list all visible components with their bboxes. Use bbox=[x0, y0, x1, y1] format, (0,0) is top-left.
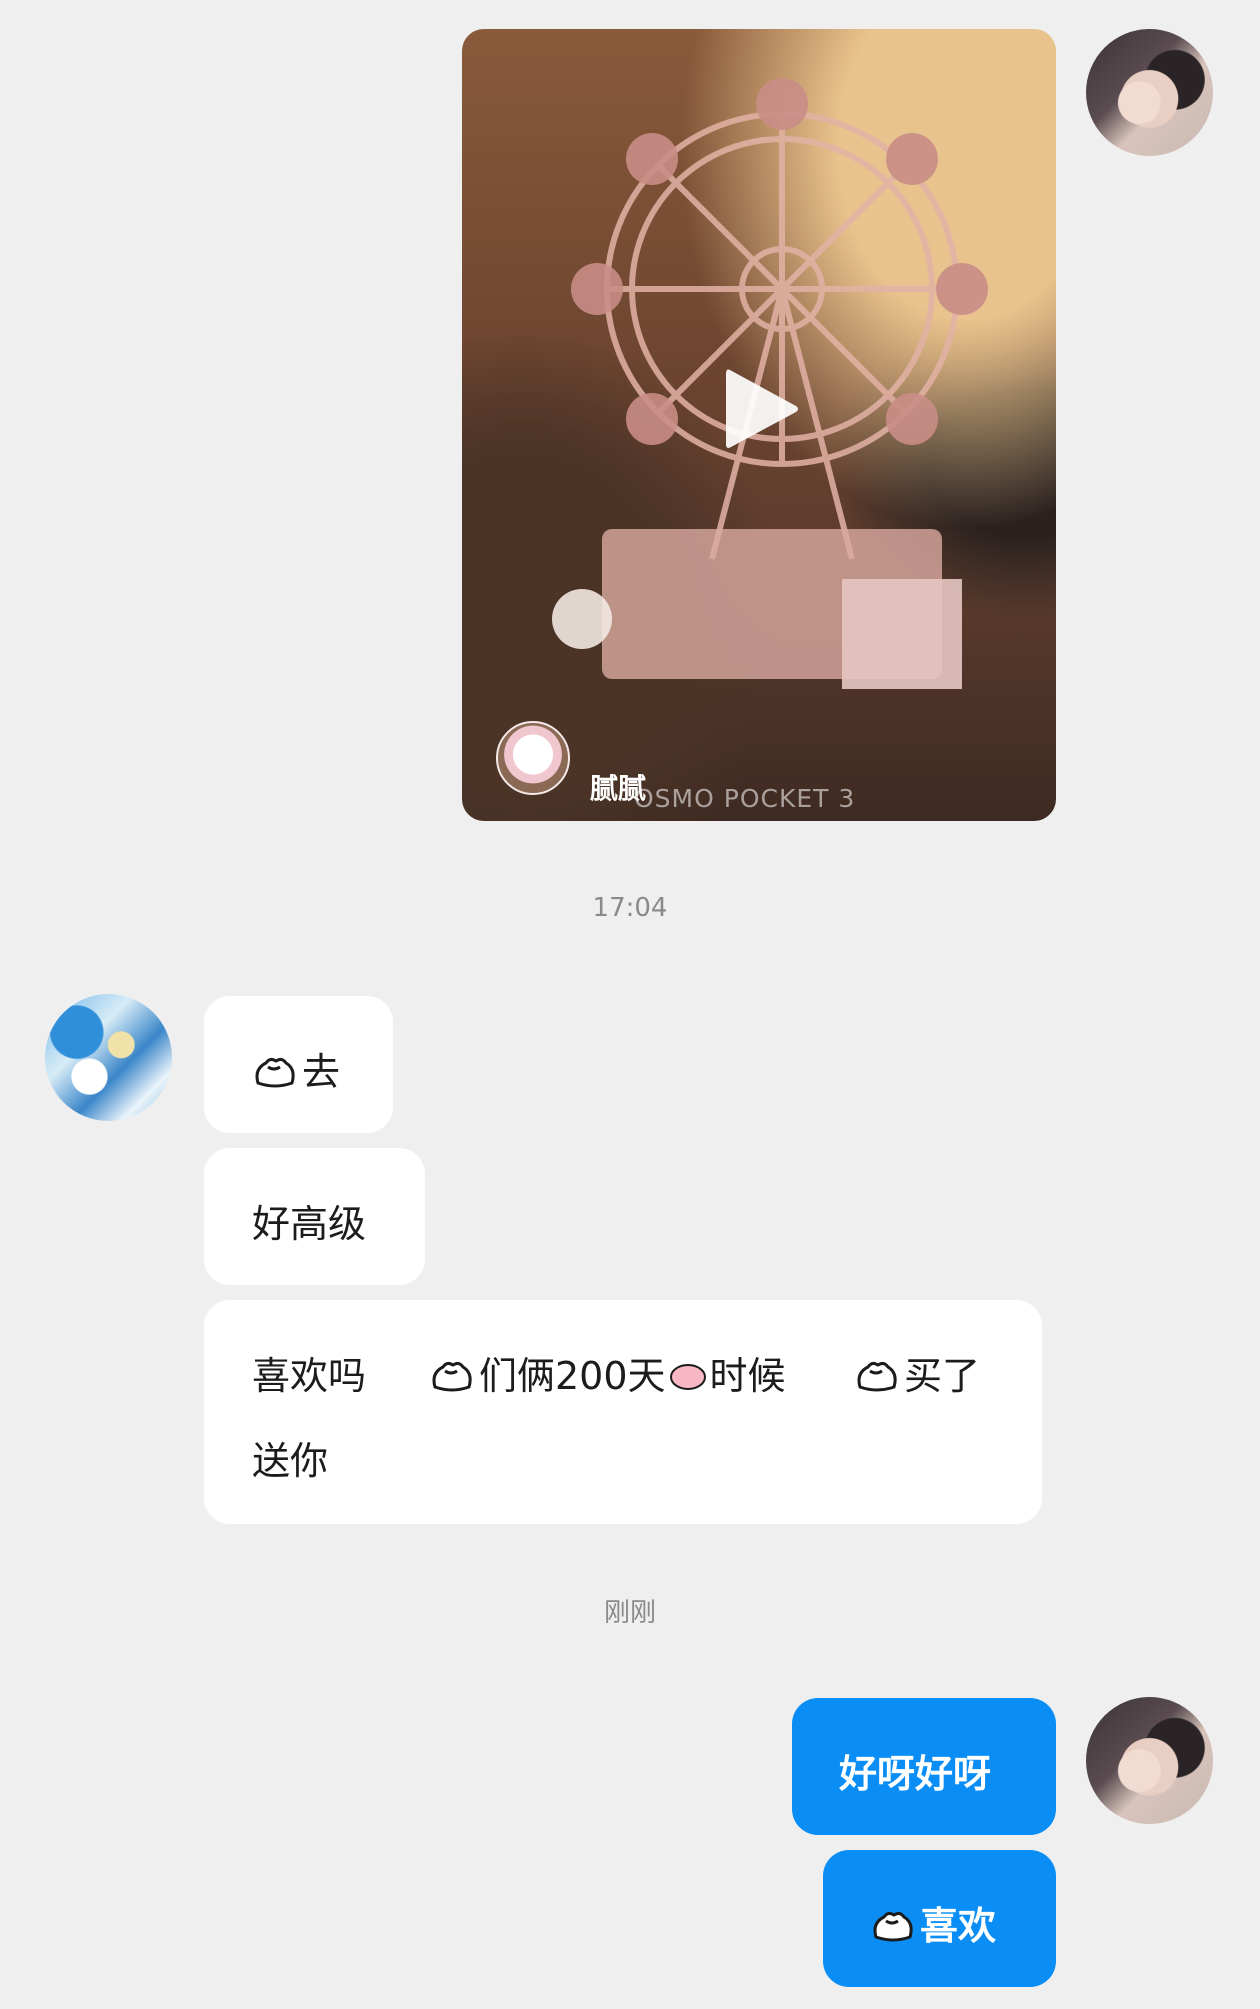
video-author-avatar[interactable] bbox=[496, 721, 570, 795]
timestamp: 17:04 bbox=[592, 893, 668, 923]
message-text: 去 bbox=[302, 1050, 341, 1094]
blob-face-emoji-icon bbox=[857, 1361, 897, 1392]
message-text: 们俩200天 bbox=[479, 1354, 666, 1398]
message-text: 买了 bbox=[904, 1354, 981, 1398]
message-bubble-incoming[interactable]: 喜欢吗 们俩200天 时候 买了 送你 bbox=[204, 1300, 1042, 1524]
play-icon[interactable] bbox=[722, 364, 802, 454]
my-avatar[interactable] bbox=[1086, 29, 1213, 156]
friend-avatar[interactable] bbox=[45, 994, 172, 1121]
message-text: 好呀好呀 bbox=[839, 1752, 992, 1796]
video-message-card[interactable]: 腻腻 OSMO POCKET 3 bbox=[462, 29, 1056, 821]
pink-heart-emoji-icon bbox=[669, 1364, 706, 1390]
timestamp: 刚刚 bbox=[603, 1598, 656, 1628]
message-bubble-incoming[interactable]: 去 bbox=[204, 996, 393, 1133]
blob-face-emoji-icon bbox=[255, 1057, 295, 1088]
blob-face-emoji-icon bbox=[873, 1911, 913, 1942]
message-text: 时候 bbox=[709, 1354, 786, 1398]
message-text: 喜欢吗 bbox=[252, 1354, 367, 1398]
blob-face-emoji-icon bbox=[432, 1361, 472, 1392]
message-bubble-incoming[interactable]: 好高级 bbox=[204, 1148, 425, 1285]
video-watermark: OSMO POCKET 3 bbox=[634, 784, 856, 813]
message-bubble-outgoing[interactable]: 好呀好呀 bbox=[792, 1698, 1056, 1835]
message-text: 喜欢 bbox=[920, 1904, 997, 1948]
message-text: 送你 bbox=[252, 1439, 329, 1483]
my-avatar[interactable] bbox=[1086, 1697, 1213, 1824]
message-text: 好高级 bbox=[252, 1202, 367, 1246]
message-bubble-outgoing[interactable]: 喜欢 bbox=[823, 1850, 1056, 1987]
